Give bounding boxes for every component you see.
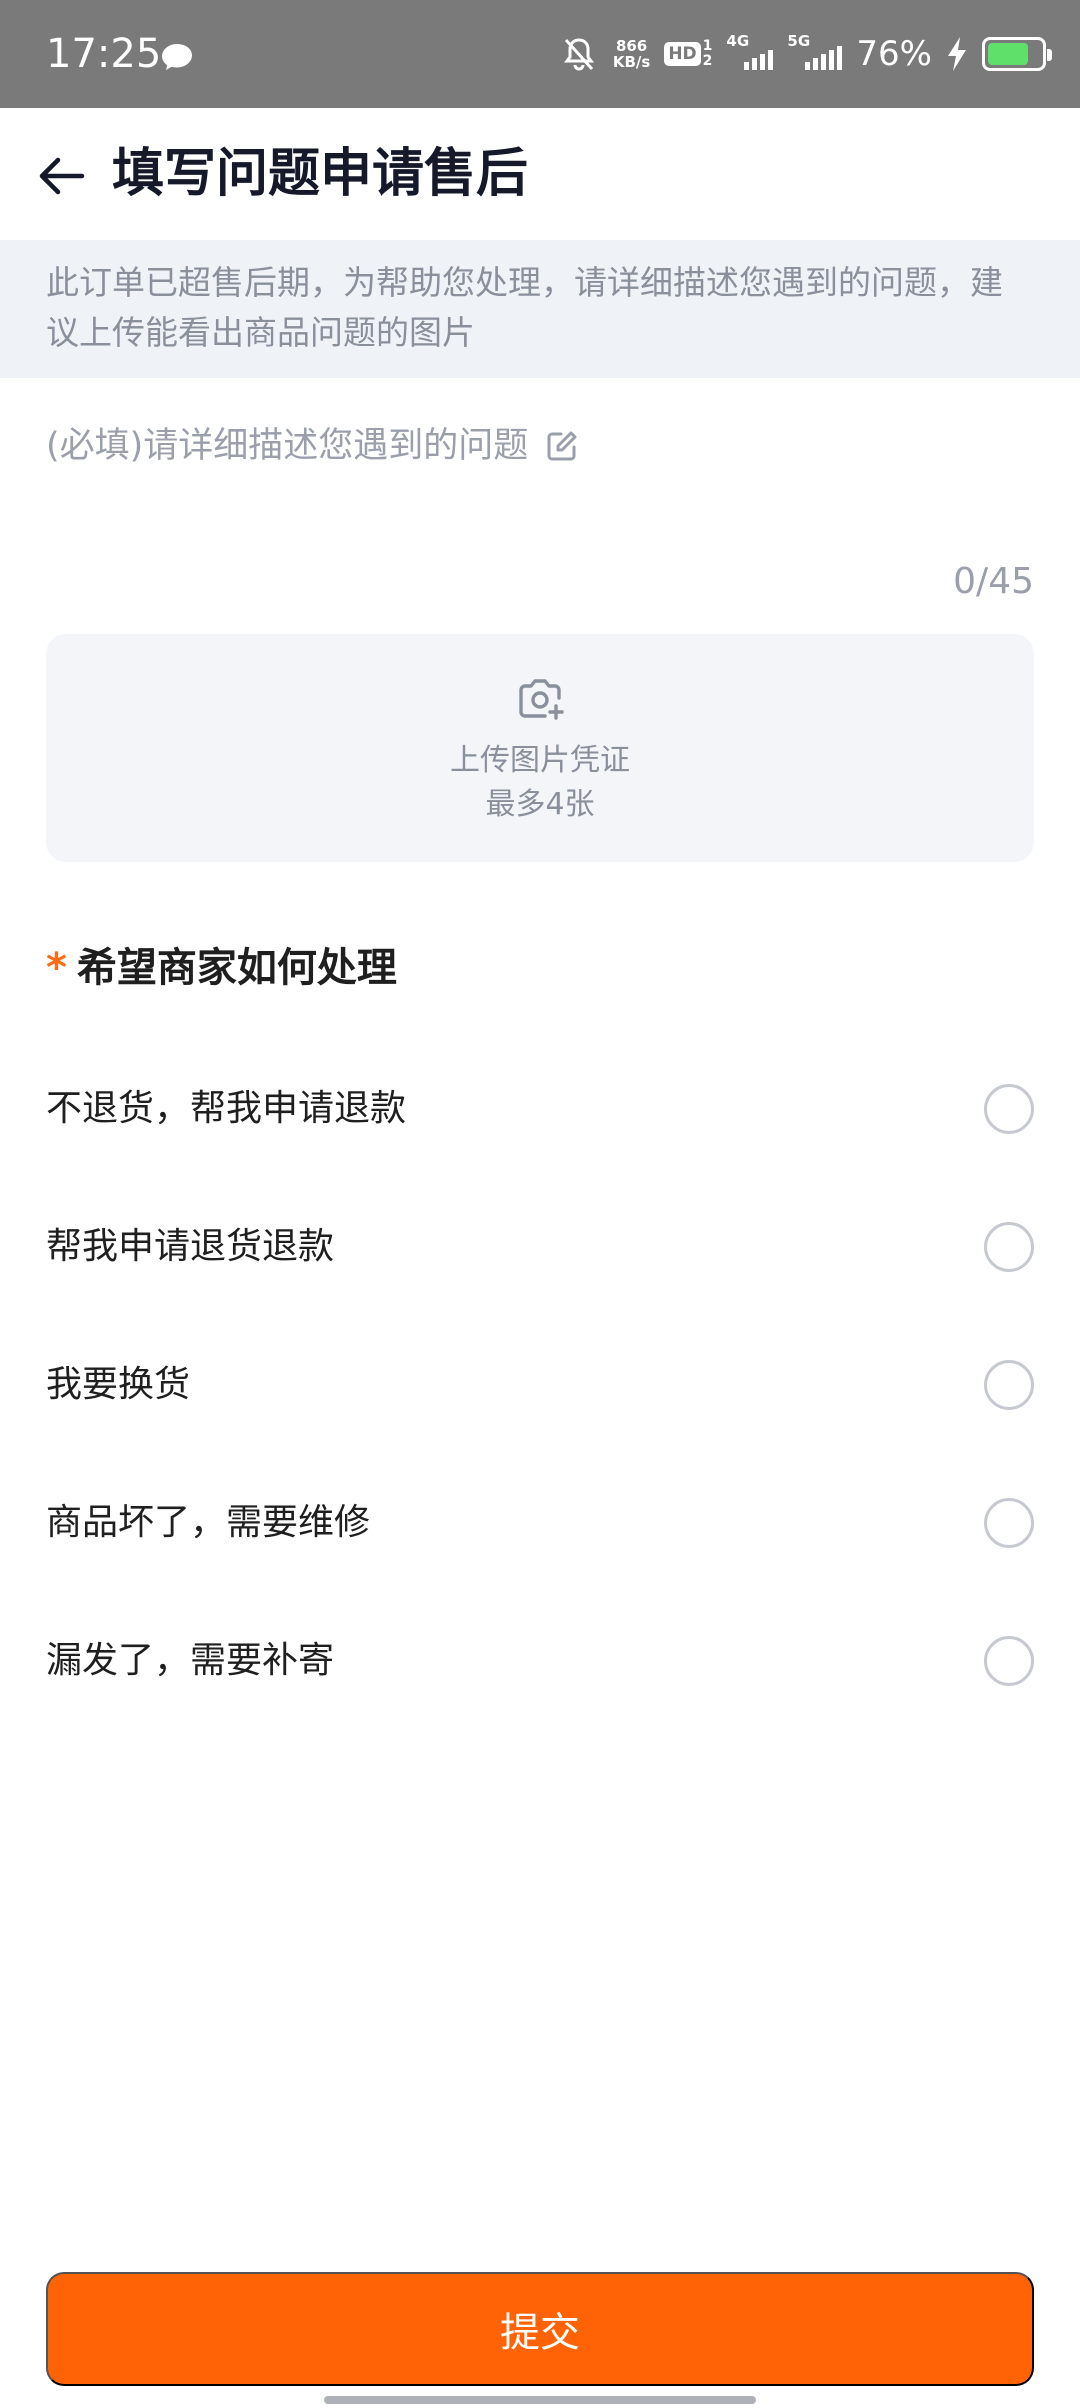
handling-options: 不退货，帮我申请退款 帮我申请退货退款 我要换货 商品坏了，需要维修 漏发了，需… [46,1040,1034,1730]
after-sales-request-page: 17:25 866 KB/s HD 1 2 4G 5G 76% 填写问题申请售后… [0,0,1080,2408]
page-title: 填写问题申请售后 [112,144,529,204]
signal-5g-label: 5G [787,32,811,50]
network-speed: 866 KB/s [613,38,650,70]
upload-limit: 最多4张 [485,787,595,822]
character-counter: 0/45 [953,561,1034,602]
submit-button[interactable]: 提交 [46,2272,1034,2386]
radio-button[interactable] [984,1222,1034,1272]
radio-button[interactable] [984,1498,1034,1548]
handling-title-text: 希望商家如何处理 [76,945,397,991]
option-label: 商品坏了，需要维修 [46,1502,371,1543]
upload-label: 上传图片凭证 [450,743,630,778]
handling-section-title: * 希望商家如何处理 [46,940,397,996]
hd-voice-icon: HD 1 2 [664,38,712,70]
status-indicators: 866 KB/s HD 1 2 4G 5G 76% [559,28,1052,80]
signal-4g-label: 4G [726,32,750,50]
status-bar: 17:25 866 KB/s HD 1 2 4G 5G 76% [0,0,1080,108]
option-label: 漏发了，需要补寄 [46,1640,335,1681]
page-header: 填写问题申请售后 [0,108,1080,240]
option-label: 不退货，帮我申请退款 [46,1088,407,1129]
option-label: 我要换货 [46,1364,191,1405]
charging-bolt-icon [948,37,966,71]
upload-photo-button[interactable]: 上传图片凭证 最多4张 [46,634,1034,862]
arrow-left-icon[interactable] [34,148,90,204]
status-time: 17:25 [46,31,162,77]
option-reship-missing[interactable]: 漏发了，需要补寄 [46,1592,1034,1730]
network-speed-unit: KB/s [612,53,651,71]
notice-text: 此订单已超售后期，为帮助您处理，请详细描述您遇到的问题，建议上传能看出商品问题的… [46,263,1003,352]
pencil-square-icon [547,431,577,461]
option-label: 帮我申请退货退款 [46,1226,335,1267]
description-placeholder: (必填)请详细描述您遇到的问题 [46,420,580,472]
option-refund-only[interactable]: 不退货，帮我申请退款 [46,1040,1034,1178]
hd-sub-2: 2 [702,53,713,69]
radio-button[interactable] [984,1360,1034,1410]
signal-5g-icon: 5G [787,32,843,74]
required-mark: * [46,945,67,991]
signal-4g-icon: 4G [726,32,774,74]
problem-description-input[interactable]: (必填)请详细描述您遇到的问题 0/45 [46,420,1034,620]
radio-button[interactable] [984,1084,1034,1134]
home-indicator[interactable] [324,2396,756,2404]
battery-fill [988,43,1028,65]
battery-percentage: 76% [856,34,932,74]
network-speed-value: 866 [615,37,648,55]
option-exchange[interactable]: 我要换货 [46,1316,1034,1454]
option-repair[interactable]: 商品坏了，需要维修 [46,1454,1034,1592]
radio-button[interactable] [984,1636,1034,1686]
message-bubble-icon [160,42,194,76]
camera-plus-icon [519,679,564,720]
after-sales-notice: 此订单已超售后期，为帮助您处理，请详细描述您遇到的问题，建议上传能看出商品问题的… [0,240,1080,378]
hd-label: HD [664,42,701,66]
option-return-and-refund[interactable]: 帮我申请退货退款 [46,1178,1034,1316]
hd-sub-1: 1 [702,38,713,54]
description-placeholder-text: (必填)请详细描述您遇到的问题 [46,426,529,466]
battery-icon [982,37,1052,71]
bell-off-icon [563,38,594,71]
